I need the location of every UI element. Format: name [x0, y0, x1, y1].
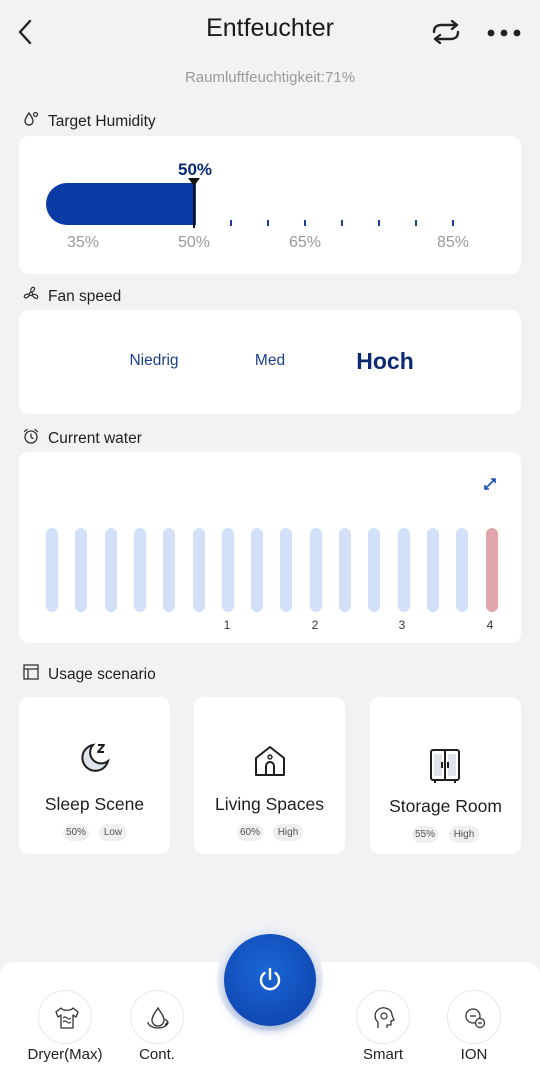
drop-cycle-icon — [147, 1006, 169, 1029]
scene-fan-chip: Low — [99, 824, 127, 841]
loop-icon[interactable] — [428, 19, 464, 45]
mode-label-continuous: Cont. — [139, 1046, 175, 1063]
more-options-icon[interactable] — [486, 26, 522, 38]
shirt-dry-icon — [55, 1007, 79, 1029]
scene-humidity-chip: 55% — [412, 826, 438, 843]
section-fan-speed: Fan speed — [22, 285, 121, 308]
water-bar — [193, 528, 205, 612]
scene-fan-chip: High — [273, 824, 303, 841]
section-target-humidity: Target Humidity — [22, 110, 156, 133]
mode-label-ion: ION — [460, 1046, 488, 1063]
fan-option-hoch[interactable]: Hoch — [335, 348, 435, 375]
humidity-tick — [341, 220, 343, 226]
section-label: Fan speed — [48, 287, 122, 305]
scene-card-sleep[interactable]: Sleep Scene 50% Low — [19, 697, 170, 854]
water-bar — [310, 528, 322, 612]
scene-name: Storage Room — [389, 796, 502, 816]
water-bar — [46, 528, 58, 612]
water-bar — [163, 528, 175, 612]
water-bar — [456, 528, 468, 612]
house-icon — [251, 742, 289, 780]
humidity-value: 50% — [177, 160, 213, 179]
water-level-card — [19, 452, 521, 643]
water-bar — [339, 528, 351, 612]
mode-button-smart[interactable] — [356, 990, 410, 1044]
humidity-tick — [452, 220, 454, 226]
water-bar — [222, 528, 234, 612]
layout-icon — [22, 663, 40, 686]
wardrobe-icon — [426, 747, 464, 785]
expand-icon[interactable] — [482, 476, 498, 492]
section-label: Usage scenario — [48, 665, 156, 683]
humidity-slider-handle[interactable] — [193, 180, 195, 228]
humidity-tick — [267, 220, 269, 226]
mode-button-continuous[interactable] — [130, 990, 184, 1044]
ion-icon — [465, 1008, 486, 1029]
humidity-slider-fill[interactable] — [46, 183, 196, 225]
scene-name: Sleep Scene — [44, 794, 145, 814]
water-bar — [105, 528, 117, 612]
water-bar — [398, 528, 410, 612]
scene-name: Living Spaces — [215, 794, 324, 814]
moon-sleep-icon — [76, 739, 114, 777]
humidity-tick — [415, 220, 417, 226]
scene-humidity-chip: 50% — [63, 824, 89, 841]
scene-fan-chip: High — [449, 826, 479, 843]
section-current-water: Current water — [22, 427, 142, 450]
section-label: Target Humidity — [48, 112, 156, 130]
room-humidity-status: Raumluftfeuchtigkeit:71% — [184, 69, 356, 86]
water-bar-active — [486, 528, 498, 612]
section-label: Current water — [48, 429, 142, 447]
water-bar — [134, 528, 146, 612]
humidity-tick — [230, 220, 232, 226]
mode-label-dryer: Dryer(Max) — [27, 1046, 103, 1063]
humidity-tick — [378, 220, 380, 226]
head-gear-icon — [374, 1007, 395, 1028]
mode-label-smart: Smart — [362, 1046, 403, 1063]
water-bar — [427, 528, 439, 612]
water-label: 1 — [223, 618, 231, 632]
section-usage-scenario: Usage scenario — [22, 663, 156, 686]
humidity-scale-label: 65% — [288, 234, 322, 251]
scene-card-living[interactable]: Living Spaces 60% High — [194, 697, 345, 854]
water-label: 2 — [311, 618, 319, 632]
fan-option-niedrig[interactable]: Niedrig — [104, 352, 204, 370]
water-label: 4 — [486, 618, 494, 632]
humidity-tick — [304, 220, 306, 226]
mode-button-ion[interactable] — [447, 990, 501, 1044]
water-label: 3 — [398, 618, 406, 632]
power-icon — [259, 967, 281, 991]
scene-humidity-chip: 60% — [237, 824, 263, 841]
water-bar — [280, 528, 292, 612]
water-bar — [75, 528, 87, 612]
power-button[interactable] — [224, 934, 316, 1026]
water-bar — [368, 528, 380, 612]
humidity-scale-label: 85% — [436, 234, 470, 251]
fan-icon — [22, 285, 40, 308]
fan-option-med[interactable]: Med — [220, 352, 320, 370]
humidity-drop-icon — [22, 110, 40, 133]
humidity-scale-label: 35% — [66, 234, 100, 251]
mode-button-dryer[interactable] — [38, 990, 92, 1044]
water-bar — [251, 528, 263, 612]
humidity-scale-label: 50% — [177, 234, 211, 251]
scene-card-storage[interactable]: Storage Room 55% High — [370, 697, 521, 854]
alarm-clock-icon — [22, 427, 40, 450]
